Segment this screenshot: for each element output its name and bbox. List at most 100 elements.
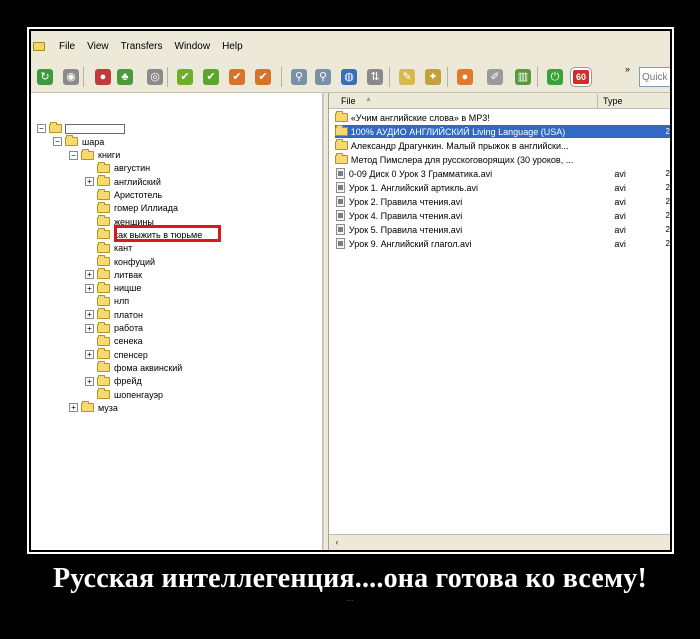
tree-node-label: книги xyxy=(98,150,121,161)
tree-node[interactable]: + работа xyxy=(85,321,144,335)
tree-node[interactable]: кант xyxy=(85,241,133,255)
tree-node[interactable]: августин xyxy=(85,161,151,175)
file-row[interactable]: «Учим английские слова» в MP3! xyxy=(335,111,670,124)
menu-window[interactable]: Window xyxy=(169,41,217,52)
download-queue-icon[interactable]: ✔ xyxy=(203,69,219,85)
notes-icon[interactable]: ✎ xyxy=(399,69,415,85)
toolbar: » ↻ ◉ ● ♣ ◎ ✔ ✔ ✔ ✔ ⚲ ⚲ ◍ ⇅ ✎ ✦ ● ✐ ▥ ⏻ 60 xyxy=(31,61,670,93)
tree-node[interactable]: + фрейд xyxy=(85,374,143,388)
tree-node-label: платон xyxy=(114,309,143,320)
toolbar-separator xyxy=(447,67,448,87)
file-row[interactable]: 0-09 Диск 0 Урок 3 Грамматика.avi avi 2 xyxy=(335,167,670,180)
tree-node-label: фома аквинский xyxy=(114,362,183,373)
horizontal-scrollbar[interactable]: ‹ xyxy=(329,534,670,550)
tree-node[interactable]: фома аквинский xyxy=(85,361,183,374)
menu-transfers[interactable]: Transfers xyxy=(115,41,169,52)
column-divider[interactable] xyxy=(597,94,598,108)
upload-queue-icon[interactable]: ✔ xyxy=(255,69,271,85)
folder-icon xyxy=(335,111,348,122)
tree-node[interactable]: + английский xyxy=(85,175,162,188)
favorites-icon[interactable]: ✦ xyxy=(425,69,441,85)
tree-node[interactable]: − книги xyxy=(69,148,121,162)
tree-node-label: шара xyxy=(82,136,105,147)
menu-file[interactable]: File xyxy=(53,41,81,52)
expand-icon[interactable]: + xyxy=(85,350,94,360)
file-row[interactable]: Урок 4. Правила чтения.avi avi 2 xyxy=(335,209,670,222)
folder-icon xyxy=(97,374,110,386)
search-users-icon[interactable]: ◎ xyxy=(147,69,163,85)
tree-node[interactable]: + ницше xyxy=(85,281,142,295)
file-row[interactable]: Метод Пимслера для русскоговорящих (30 у… xyxy=(335,153,670,166)
toolbar-separator xyxy=(83,67,84,87)
expand-icon[interactable]: + xyxy=(85,270,94,280)
refresh-icon[interactable]: ↻ xyxy=(37,69,53,85)
collapse-icon[interactable]: − xyxy=(53,137,62,147)
chat-icon[interactable]: ● xyxy=(457,69,473,85)
file-row[interactable]: Урок 9. Английский глагол.avi avi 2 xyxy=(335,237,670,250)
tree-node-label: фрейд xyxy=(114,376,142,387)
file-name: 100% АУДИО АНГЛИЙСКИЙ Living Language (U… xyxy=(350,126,566,137)
connect-icon[interactable]: ◉ xyxy=(63,69,79,85)
network-icon[interactable]: ◍ xyxy=(341,69,357,85)
watermark: ... xyxy=(346,594,354,603)
quick-search-input[interactable] xyxy=(639,67,670,87)
tree-node[interactable]: сенека xyxy=(85,334,144,348)
disconnect-icon[interactable]: ● xyxy=(95,69,111,85)
column-file[interactable]: File xyxy=(341,96,356,106)
tree-node[interactable]: нлп xyxy=(85,294,130,308)
folder-icon xyxy=(97,281,110,293)
collapse-icon[interactable]: − xyxy=(69,150,78,160)
file-row[interactable]: Урок 2. Правила чтения.avi avi 2 xyxy=(335,195,670,208)
users-icon[interactable]: ♣ xyxy=(117,69,133,85)
tree-node[interactable]: Аристотель xyxy=(85,188,163,202)
expand-icon[interactable]: + xyxy=(85,376,94,386)
stats-icon[interactable]: ▥ xyxy=(515,69,531,85)
folder-icon xyxy=(335,125,348,136)
collapse-icon[interactable]: − xyxy=(37,124,46,133)
expand-icon[interactable]: + xyxy=(69,403,78,413)
video-file-icon xyxy=(336,182,345,193)
poster-caption: Русская интеллегенция....она готова ко в… xyxy=(53,563,647,594)
download-icon[interactable]: ✔ xyxy=(177,69,193,85)
file-extra-column: 2 xyxy=(665,239,670,248)
upload-icon[interactable]: ✔ xyxy=(229,69,245,85)
toolbar-separator xyxy=(167,67,168,87)
tree-node[interactable]: − xyxy=(37,122,125,135)
tree-node[interactable]: + муза xyxy=(69,401,119,414)
file-row[interactable]: 100% АУДИО АНГЛИЙСКИЙ Living Language (U… xyxy=(335,125,670,138)
menu-bar: File View Transfers Window Help xyxy=(31,31,670,61)
expand-icon[interactable]: + xyxy=(85,177,94,187)
search-icon[interactable]: ⚲ xyxy=(291,69,307,85)
tree-node[interactable]: − шара xyxy=(53,135,105,148)
file-row[interactable]: Урок 5. Правила чтения.avi avi 2 xyxy=(335,223,670,236)
tree-node[interactable]: + платон xyxy=(85,308,144,321)
tree-node[interactable]: гомер Иллиада xyxy=(85,201,179,215)
video-file-icon xyxy=(336,168,345,179)
scroll-left-icon[interactable]: ‹ xyxy=(331,537,343,549)
edit-icon[interactable]: ✐ xyxy=(487,69,503,85)
file-row[interactable]: Урок 1. Английский артикль.avi avi 2 xyxy=(335,181,670,194)
expand-icon[interactable]: + xyxy=(85,283,94,293)
limit-badge-icon[interactable]: 60 xyxy=(571,68,591,86)
toolbar-overflow-button[interactable]: » xyxy=(625,64,630,74)
menu-help[interactable]: Help xyxy=(216,41,249,52)
tree-node[interactable]: шопенгауэр xyxy=(85,388,164,401)
expand-icon[interactable]: + xyxy=(85,323,94,333)
file-extra-column: 2 xyxy=(665,183,670,192)
search-advanced-icon[interactable]: ⚲ xyxy=(315,69,331,85)
file-name: Метод Пимслера для русскоговорящих (30 у… xyxy=(350,154,574,165)
folder-tree[interactable]: − − шара − книги августин + английский Аристотел… xyxy=(31,93,323,550)
folder-icon xyxy=(49,122,62,133)
file-row[interactable]: Александр Драгункин. Малый прыжок в англ… xyxy=(335,139,670,152)
menu-view[interactable]: View xyxy=(81,41,115,52)
expand-icon[interactable]: + xyxy=(85,310,94,320)
tree-node[interactable]: конфуций xyxy=(85,255,156,268)
power-icon[interactable]: ⏻ xyxy=(547,69,563,85)
transfer-icon[interactable]: ⇅ xyxy=(367,69,383,85)
tree-node[interactable]: + спенсер xyxy=(85,348,149,361)
column-type[interactable]: Type xyxy=(603,96,623,106)
tree-node[interactable]: + литвак xyxy=(85,268,143,281)
